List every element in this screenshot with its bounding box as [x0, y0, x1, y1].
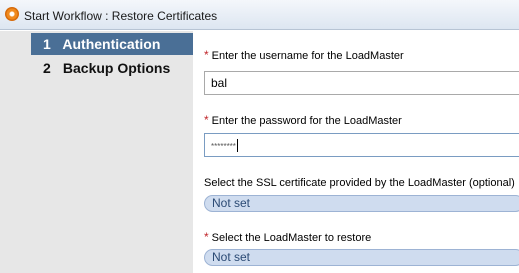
step-authentication[interactable]: 1 Authentication — [31, 33, 193, 55]
step-number: 2 — [43, 60, 51, 76]
username-label: * Enter the username for the LoadMaster — [204, 48, 404, 62]
form-panel: * Enter the username for the LoadMaster b… — [193, 31, 519, 273]
step-number: 1 — [43, 36, 51, 52]
window-title: Start Workflow : Restore Certificates — [24, 9, 218, 23]
workflow-icon — [5, 7, 19, 21]
username-value: bal — [211, 76, 228, 90]
title-bar: Start Workflow : Restore Certificates — [0, 0, 519, 30]
step-backup-options[interactable]: 2 Backup Options — [31, 57, 193, 79]
wizard-steps-sidebar: 1 Authentication 2 Backup Options — [0, 31, 193, 273]
certificate-value: Not set — [212, 196, 251, 210]
text-caret — [236, 139, 238, 153]
step-label: Authentication — [62, 36, 161, 52]
loadmaster-select[interactable]: Not set — [204, 249, 519, 266]
loadmaster-value: Not set — [212, 250, 251, 264]
certificate-label: Select the SSL certificate provided by t… — [204, 177, 515, 189]
required-marker: * — [204, 48, 209, 62]
certificate-select[interactable]: Not set — [204, 195, 519, 212]
password-input[interactable]: ******** — [204, 133, 519, 157]
password-label: * Enter the password for the LoadMaster — [204, 113, 402, 127]
required-marker: * — [204, 230, 209, 244]
username-input[interactable]: bal — [204, 71, 519, 95]
required-marker: * — [204, 113, 209, 127]
loadmaster-label: * Select the LoadMaster to restore — [204, 230, 372, 244]
step-label: Backup Options — [62, 60, 171, 76]
password-value: ******** — [211, 142, 236, 151]
